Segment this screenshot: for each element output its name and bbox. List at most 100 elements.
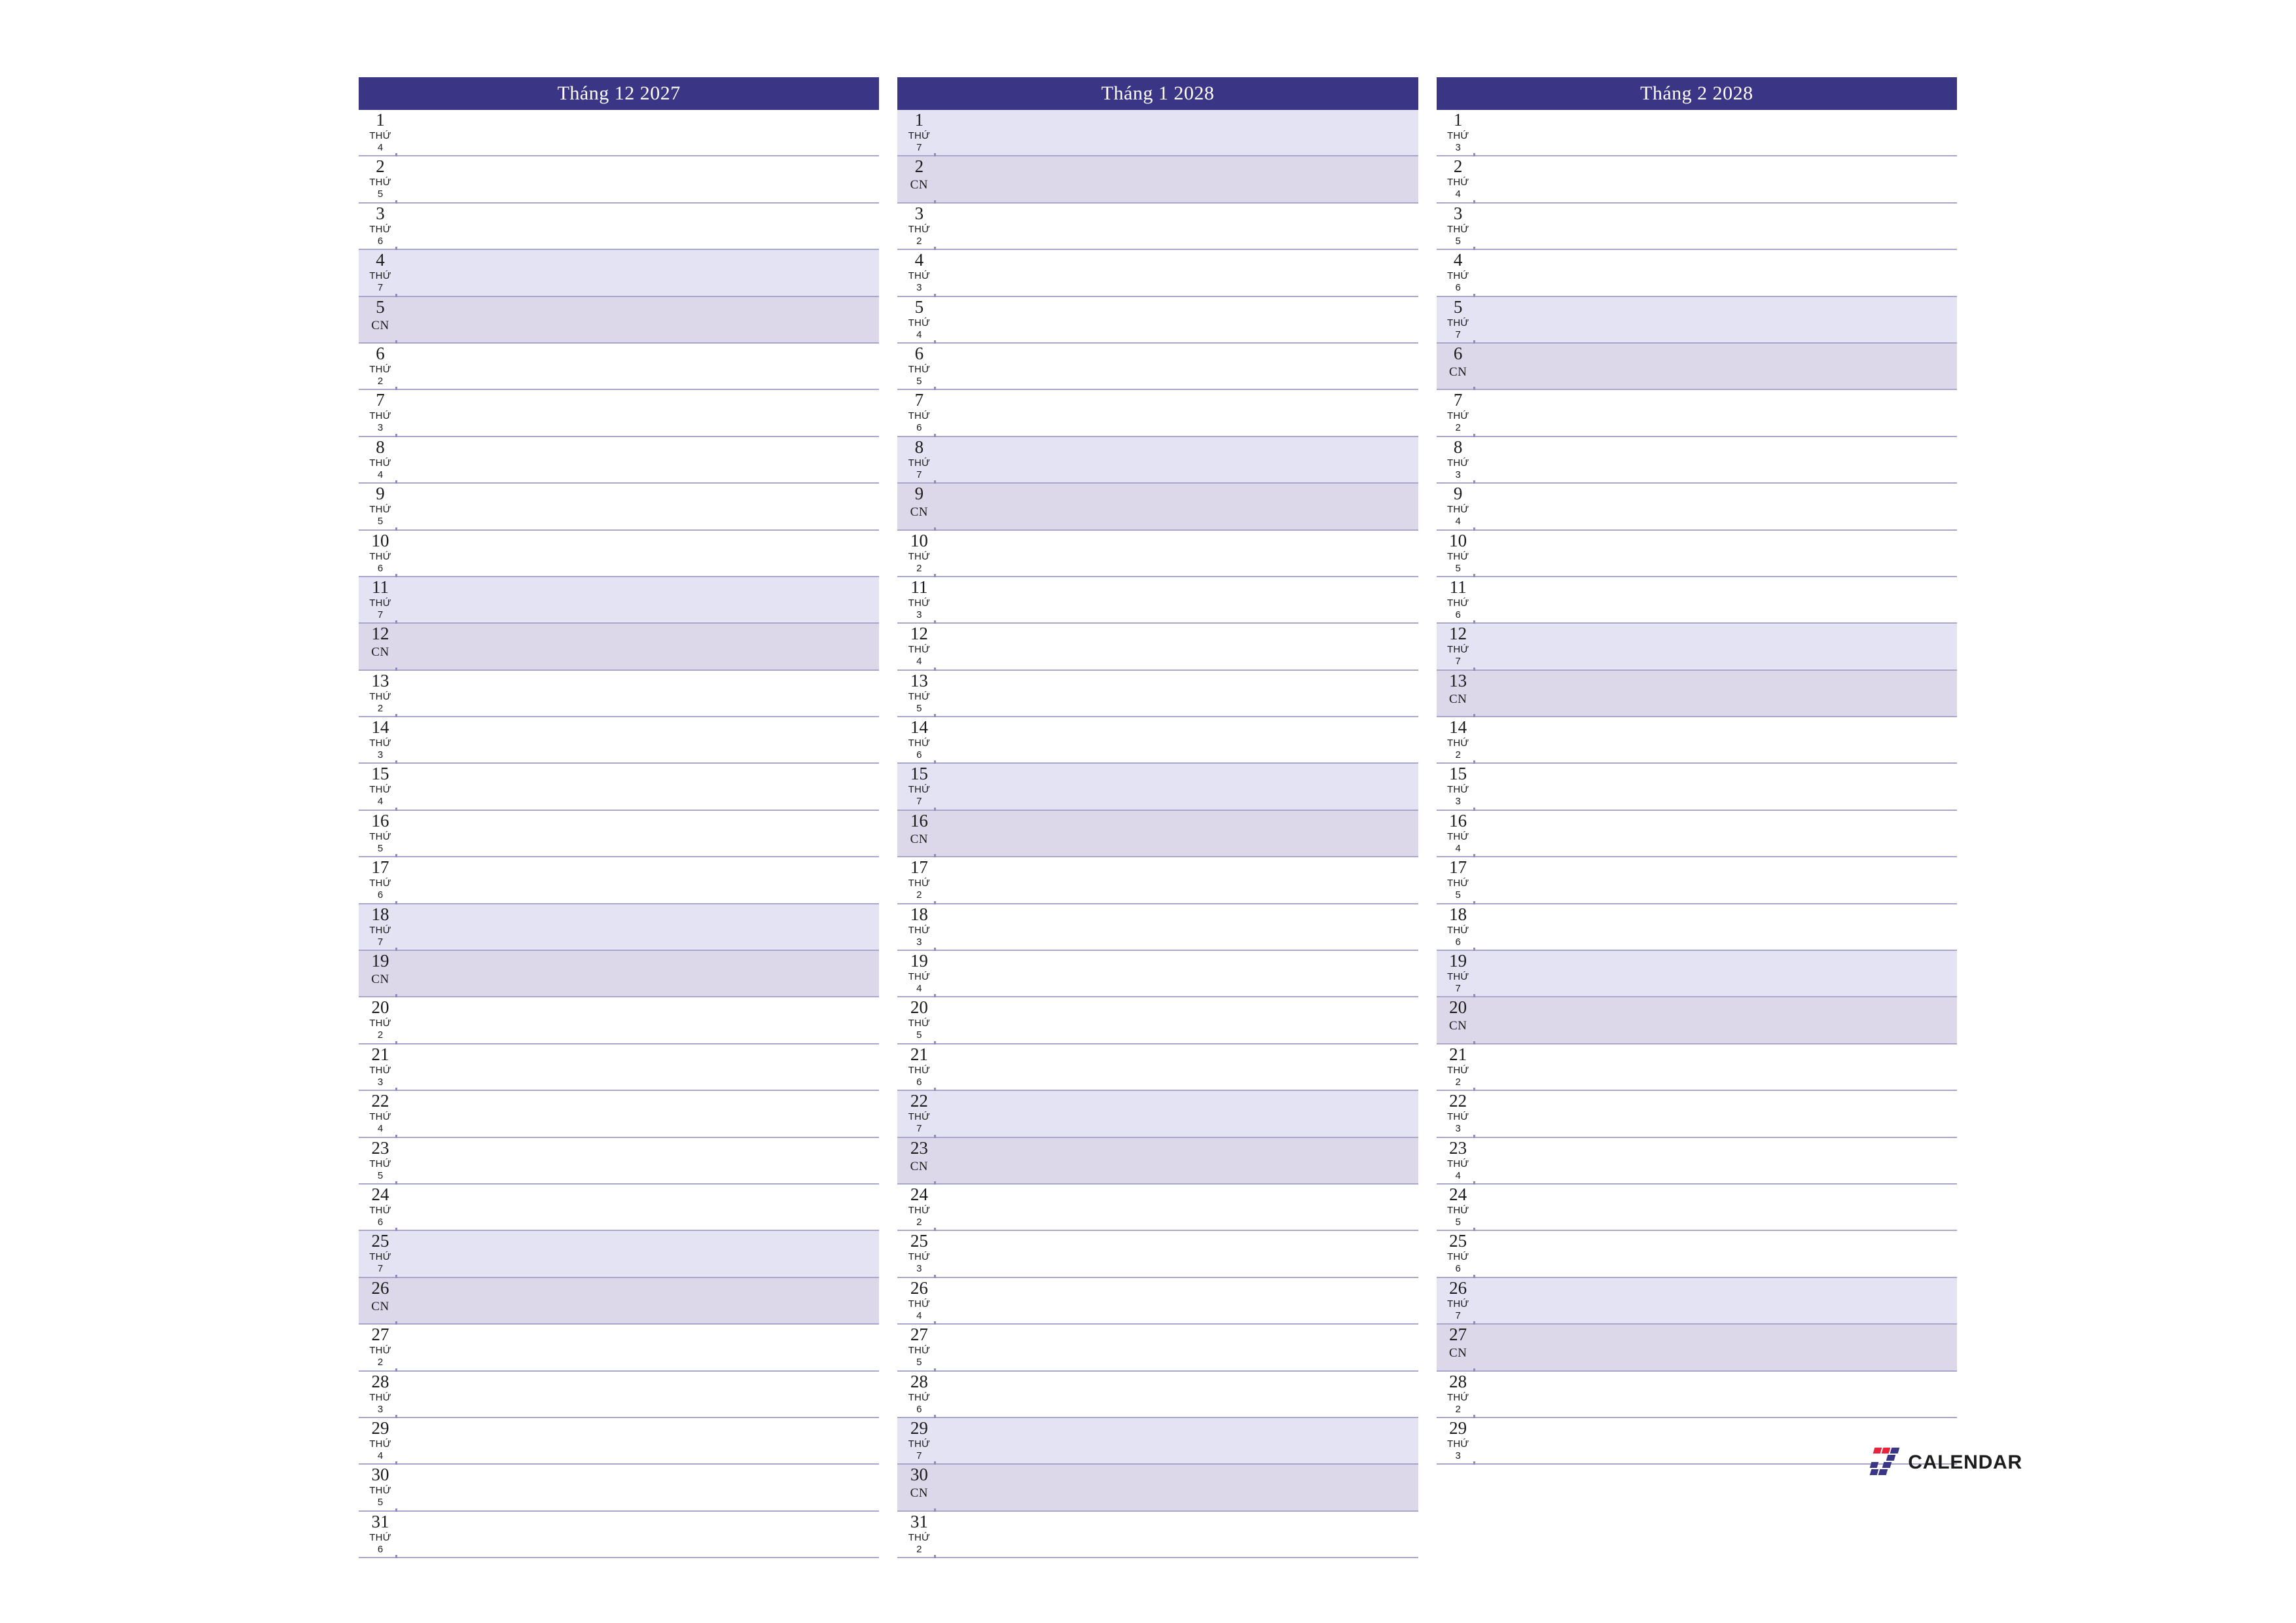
day-notes-area[interactable]: [398, 204, 879, 249]
day-row[interactable]: 9 THỨ 4: [1436, 484, 1957, 531]
day-notes-area[interactable]: [937, 156, 1418, 202]
day-row[interactable]: 19 THỨ 7: [1436, 951, 1957, 998]
day-row[interactable]: 19 THỨ 4: [897, 951, 1418, 998]
day-row[interactable]: 11 THỨ 7: [359, 577, 880, 624]
day-row[interactable]: 29 THỨ 7: [897, 1418, 1418, 1465]
day-notes-area[interactable]: [937, 344, 1418, 389]
day-row[interactable]: 20 THỨ 5: [897, 997, 1418, 1044]
day-row[interactable]: 3 THỨ 2: [897, 203, 1418, 251]
day-notes-area[interactable]: [937, 1091, 1418, 1136]
day-row[interactable]: 9 THỨ 5: [359, 484, 880, 531]
day-notes-area[interactable]: [937, 951, 1418, 996]
day-row[interactable]: 9 CN: [897, 484, 1418, 531]
day-row[interactable]: 29 THỨ 4: [359, 1418, 880, 1465]
day-row[interactable]: 18 THỨ 3: [897, 904, 1418, 952]
day-row[interactable]: 2 THỨ 4: [1436, 156, 1957, 204]
day-row[interactable]: 23 THỨ 5: [359, 1137, 880, 1185]
day-notes-area[interactable]: [1476, 904, 1957, 950]
day-notes-area[interactable]: [937, 204, 1418, 249]
day-row[interactable]: 17 THỨ 6: [359, 857, 880, 904]
day-notes-area[interactable]: [937, 110, 1418, 155]
day-row[interactable]: 5 THỨ 4: [897, 296, 1418, 344]
day-row[interactable]: 7 THỨ 6: [897, 390, 1418, 437]
day-row[interactable]: 25 THỨ 3: [897, 1231, 1418, 1278]
day-row[interactable]: 27 THỨ 2: [359, 1325, 880, 1372]
day-row[interactable]: 18 THỨ 7: [359, 904, 880, 952]
day-row[interactable]: 20 THỨ 2: [359, 997, 880, 1044]
day-notes-area[interactable]: [937, 857, 1418, 902]
day-notes-area[interactable]: [398, 390, 879, 435]
day-notes-area[interactable]: [1476, 1091, 1957, 1136]
day-notes-area[interactable]: [1476, 764, 1957, 809]
day-row[interactable]: 16 CN: [897, 810, 1418, 858]
day-row[interactable]: 15 THỨ 4: [359, 764, 880, 811]
day-row[interactable]: 24 THỨ 5: [1436, 1184, 1957, 1232]
day-row[interactable]: 5 THỨ 7: [1436, 296, 1957, 344]
day-notes-area[interactable]: [398, 717, 879, 762]
day-row[interactable]: 26 CN: [359, 1277, 880, 1325]
day-row[interactable]: 6 THỨ 5: [897, 343, 1418, 391]
day-row[interactable]: 4 THỨ 6: [1436, 250, 1957, 297]
day-notes-area[interactable]: [398, 764, 879, 809]
day-row[interactable]: 30 CN: [897, 1465, 1418, 1512]
day-notes-area[interactable]: [1476, 1138, 1957, 1183]
day-notes-area[interactable]: [1476, 997, 1957, 1043]
day-notes-area[interactable]: [398, 1138, 879, 1183]
day-notes-area[interactable]: [1476, 1278, 1957, 1323]
day-row[interactable]: 21 THỨ 6: [897, 1044, 1418, 1092]
day-notes-area[interactable]: [398, 1231, 879, 1276]
day-notes-area[interactable]: [937, 624, 1418, 669]
day-notes-area[interactable]: [937, 1325, 1418, 1370]
day-notes-area[interactable]: [1476, 204, 1957, 249]
day-notes-area[interactable]: [937, 717, 1418, 762]
day-notes-area[interactable]: [398, 577, 879, 622]
day-row[interactable]: 28 THỨ 2: [1436, 1371, 1957, 1418]
day-notes-area[interactable]: [937, 437, 1418, 482]
day-row[interactable]: 22 THỨ 7: [897, 1091, 1418, 1138]
day-notes-area[interactable]: [937, 1185, 1418, 1230]
day-row[interactable]: 13 THỨ 2: [359, 670, 880, 718]
day-row[interactable]: 11 THỨ 6: [1436, 577, 1957, 624]
day-row[interactable]: 6 THỨ 2: [359, 343, 880, 391]
day-notes-area[interactable]: [398, 904, 879, 950]
day-row[interactable]: 5 CN: [359, 296, 880, 344]
day-row[interactable]: 3 THỨ 6: [359, 203, 880, 251]
day-row[interactable]: 1 THỨ 3: [1436, 110, 1957, 157]
day-notes-area[interactable]: [398, 1044, 879, 1090]
day-row[interactable]: 26 THỨ 7: [1436, 1277, 1957, 1325]
day-notes-area[interactable]: [1476, 250, 1957, 295]
day-row[interactable]: 1 THỨ 7: [897, 110, 1418, 157]
day-notes-area[interactable]: [398, 437, 879, 482]
day-notes-area[interactable]: [398, 1091, 879, 1136]
day-notes-area[interactable]: [398, 624, 879, 669]
day-row[interactable]: 31 THỨ 6: [359, 1511, 880, 1559]
day-row[interactable]: 12 THỨ 7: [1436, 624, 1957, 671]
day-notes-area[interactable]: [398, 484, 879, 529]
day-row[interactable]: 21 THỨ 2: [1436, 1044, 1957, 1092]
day-row[interactable]: 28 THỨ 3: [359, 1371, 880, 1418]
day-row[interactable]: 24 THỨ 6: [359, 1184, 880, 1232]
day-notes-area[interactable]: [1476, 624, 1957, 669]
day-row[interactable]: 26 THỨ 4: [897, 1277, 1418, 1325]
day-notes-area[interactable]: [937, 1231, 1418, 1276]
day-notes-area[interactable]: [937, 297, 1418, 342]
day-notes-area[interactable]: [1476, 437, 1957, 482]
day-row[interactable]: 8 THỨ 7: [897, 437, 1418, 484]
day-row[interactable]: 8 THỨ 3: [1436, 437, 1957, 484]
day-notes-area[interactable]: [1476, 484, 1957, 529]
day-notes-area[interactable]: [1476, 1325, 1957, 1370]
day-notes-area[interactable]: [937, 1418, 1418, 1463]
day-notes-area[interactable]: [937, 250, 1418, 295]
day-row[interactable]: 31 THỨ 2: [897, 1511, 1418, 1559]
day-notes-area[interactable]: [937, 904, 1418, 950]
day-row[interactable]: 30 THỨ 5: [359, 1465, 880, 1512]
day-notes-area[interactable]: [398, 344, 879, 389]
day-notes-area[interactable]: [1476, 1231, 1957, 1276]
day-row[interactable]: 1 THỨ 4: [359, 110, 880, 157]
day-row[interactable]: 7 THỨ 3: [359, 390, 880, 437]
day-notes-area[interactable]: [398, 1512, 879, 1557]
day-row[interactable]: 23 CN: [897, 1137, 1418, 1185]
day-row[interactable]: 22 THỨ 4: [359, 1091, 880, 1138]
day-row[interactable]: 19 CN: [359, 951, 880, 998]
day-notes-area[interactable]: [1476, 671, 1957, 716]
